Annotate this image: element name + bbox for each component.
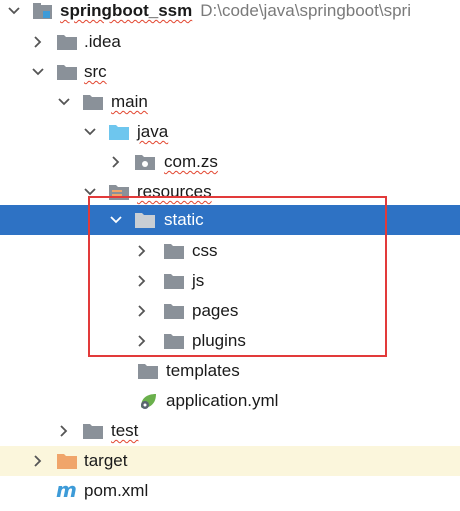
chevron-down-icon[interactable]: [30, 64, 46, 80]
chevron-down-icon[interactable]: [56, 94, 72, 110]
chevron-right-icon[interactable]: [134, 333, 150, 349]
folder-icon: [164, 334, 184, 349]
tree-row-static[interactable]: static: [0, 205, 460, 235]
tree-row-application-yml[interactable]: application.yml: [0, 386, 460, 416]
folder-icon: [83, 95, 103, 110]
folder-icon: [164, 304, 184, 319]
tree-label-application-yml: application.yml: [166, 391, 279, 410]
tree-label-templates: templates: [166, 361, 240, 380]
folder-icon: [138, 364, 158, 379]
project-name: springboot_ssm: [60, 1, 193, 20]
folder-icon: [57, 35, 77, 50]
tree-row-css[interactable]: css: [0, 236, 460, 266]
folder-icon: [83, 424, 103, 439]
chevron-right-icon[interactable]: [134, 303, 150, 319]
chevron-right-icon[interactable]: [134, 273, 150, 289]
tree-label-idea: .idea: [84, 32, 121, 51]
spring-config-icon: [141, 394, 156, 409]
chevron-down-icon[interactable]: [82, 184, 98, 200]
project-tree: springboot_ssm D:\code\java\springboot\sp…: [0, 0, 460, 511]
chevron-right-icon[interactable]: [56, 423, 72, 439]
tree-label-java: java: [137, 122, 169, 141]
chevron-right-icon[interactable]: [108, 154, 124, 170]
tree-row-templates[interactable]: templates: [0, 356, 460, 386]
project-path: D:\code\java\springboot\spri: [200, 1, 411, 20]
tree-row-resources[interactable]: resources: [0, 177, 460, 205]
excluded-folder-icon: [57, 454, 77, 469]
chevron-right-icon[interactable]: [30, 453, 46, 469]
chevron-down-icon[interactable]: [82, 124, 98, 140]
tree-label-static: static: [164, 210, 204, 229]
tree-row-main[interactable]: main: [0, 87, 460, 117]
tree-label-pages: pages: [192, 301, 239, 320]
resources-folder-icon: [109, 185, 129, 200]
tree-label-pom-xml: pom.xml: [84, 481, 149, 500]
tree-row-js[interactable]: js: [0, 266, 460, 296]
tree-label-css: css: [192, 241, 218, 260]
tree-row-project[interactable]: springboot_ssm D:\code\java\springboot\sp…: [0, 0, 460, 26]
tree-row-java[interactable]: java: [0, 117, 460, 147]
tree-row-target[interactable]: target: [0, 446, 460, 476]
tree-row-test[interactable]: test: [0, 416, 460, 446]
tree-label-plugins: plugins: [192, 331, 246, 350]
tree-label-src: src: [84, 62, 107, 81]
tree-label-js: js: [192, 271, 205, 290]
module-icon: [33, 3, 52, 19]
tree-label-main: main: [111, 92, 148, 111]
source-folder-icon: [109, 125, 129, 140]
tree-row-com-zs[interactable]: com.zs: [0, 147, 460, 177]
tree-row-pom-xml[interactable]: m pom.xml: [0, 476, 460, 506]
chevron-right-icon[interactable]: [30, 34, 46, 50]
chevron-down-icon[interactable]: [6, 3, 22, 19]
chevron-down-icon[interactable]: [108, 212, 124, 228]
folder-icon: [164, 274, 184, 289]
tree-row-src[interactable]: src: [0, 57, 460, 87]
tree-label-test: test: [111, 421, 139, 440]
maven-icon: m: [56, 478, 77, 502]
tree-row-plugins[interactable]: plugins: [0, 326, 460, 356]
tree-row-idea[interactable]: .idea: [0, 27, 460, 57]
folder-icon: [135, 213, 155, 228]
tree-label-resources: resources: [137, 182, 212, 201]
tree-label-com-zs: com.zs: [164, 152, 218, 171]
tree-row-pages[interactable]: pages: [0, 296, 460, 326]
folder-icon: [57, 65, 77, 80]
folder-icon: [164, 244, 184, 259]
package-icon: [135, 155, 155, 170]
chevron-right-icon[interactable]: [134, 243, 150, 259]
tree-label-target: target: [84, 451, 128, 470]
